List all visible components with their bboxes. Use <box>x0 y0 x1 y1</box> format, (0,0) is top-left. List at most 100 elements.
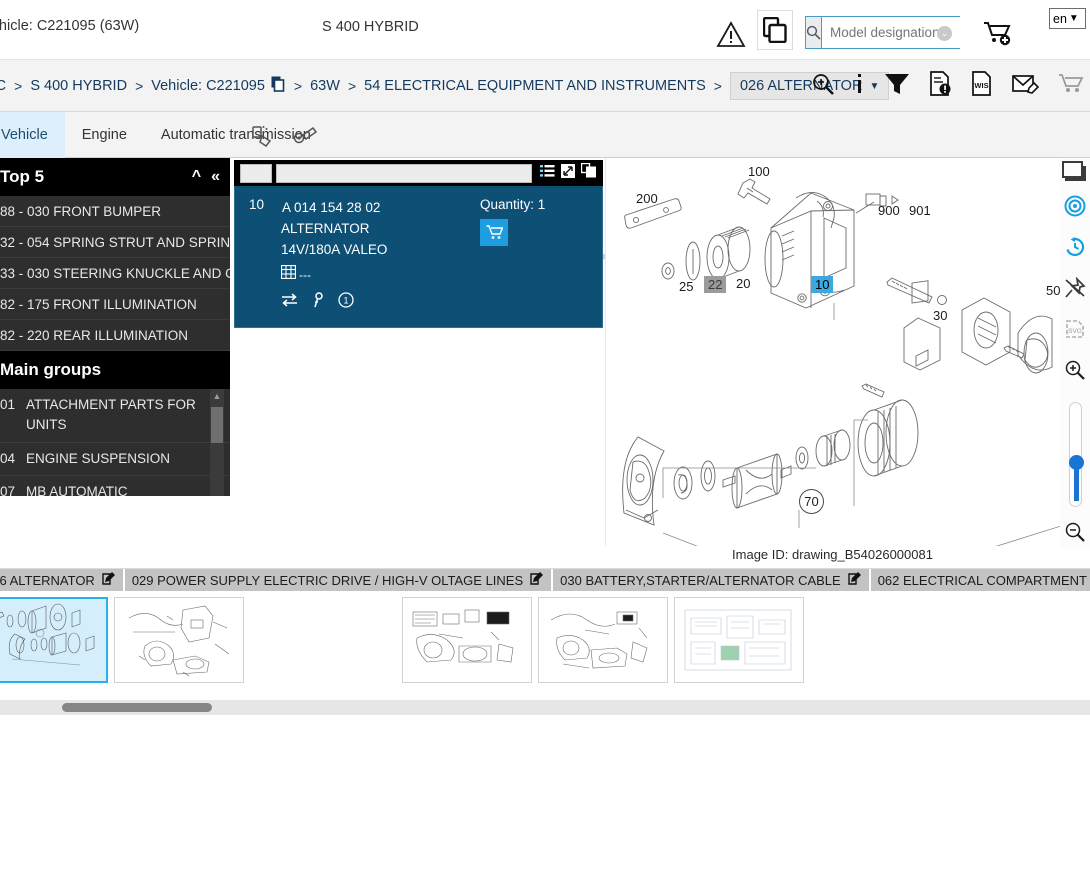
header-cell <box>240 163 272 183</box>
callout-25[interactable]: 25 <box>679 279 693 294</box>
circled-one-icon[interactable]: 1 <box>338 292 354 313</box>
alternator-exploded-drawing <box>622 178 1061 546</box>
strip-tab-2[interactable]: 030 BATTERY,STARTER/ALTERNATOR CABLE <box>553 569 871 591</box>
thumbnail-0[interactable] <box>0 597 108 683</box>
model-name: S 400 HYBRID <box>322 19 419 35</box>
part-card-body[interactable]: 10 A 014 154 28 02 ALTERNATOR 14V/180A V… <box>234 186 603 328</box>
sidebar-scrollbar[interactable]: ▲ ▼ <box>210 389 224 496</box>
model-search[interactable]: ⌄ <box>805 16 1007 49</box>
list-view-icon[interactable] <box>540 164 555 183</box>
cart-icon[interactable] <box>1058 73 1084 100</box>
scrollbar-thumb[interactable] <box>211 407 223 443</box>
close-window-icon[interactable]: ✕ <box>1061 160 1086 182</box>
top5-title: Top 5 <box>0 167 45 186</box>
key-icon[interactable] <box>312 292 324 313</box>
document-alert-icon[interactable] <box>929 71 952 101</box>
add-to-cart-icon[interactable] <box>480 219 508 246</box>
main-groups-list: 01 ATTACHMENT PARTS FOR UNITS 04 ENGINE … <box>0 389 230 496</box>
horizontal-scrollbar[interactable] <box>0 700 1090 715</box>
main-group-item-0[interactable]: 01 ATTACHMENT PARTS FOR UNITS <box>0 389 230 443</box>
thumbnail-3[interactable] <box>538 597 668 683</box>
breadcrumb-bar: PC > S 400 HYBRID > Vehicle: C221095 > 6… <box>0 60 1090 112</box>
breadcrumb-item-2[interactable]: Vehicle: C221095 <box>151 78 265 94</box>
strip-tab-3[interactable]: 062 ELECTRICAL COMPARTMENT IN CO-DRIVER <box>870 569 1090 591</box>
search-input[interactable] <box>822 17 1007 48</box>
callout-70[interactable]: 70 <box>799 489 824 514</box>
svg-export-icon[interactable]: SVG <box>1064 318 1086 345</box>
zoom-slider[interactable] <box>1068 402 1084 507</box>
wis-document-icon[interactable]: WIS <box>971 71 993 101</box>
strip-tab-1[interactable]: 029 POWER SUPPLY ELECTRIC DRIVE / HIGH-V… <box>124 569 554 591</box>
strip-tab-label: 026 ALTERNATOR <box>0 572 95 588</box>
callout-10[interactable]: 10 <box>811 276 834 293</box>
warning-triangle-icon[interactable] <box>716 21 746 53</box>
callout-200[interactable]: 200 <box>636 191 658 206</box>
main-group-item-1[interactable]: 04 ENGINE SUSPENSION <box>0 443 230 476</box>
scroll-up-icon[interactable]: ▲ <box>210 389 224 403</box>
callout-20[interactable]: 20 <box>736 276 750 291</box>
breadcrumb-separator: > <box>713 78 722 94</box>
unpin-icon[interactable] <box>1064 276 1086 304</box>
thumbnail-2[interactable] <box>402 597 532 683</box>
wrench-bolt-icon[interactable] <box>292 124 318 153</box>
edit-icon[interactable] <box>102 572 116 588</box>
filter-icon[interactable] <box>884 72 910 101</box>
language-selector[interactable]: en ▼ <box>1049 8 1086 29</box>
callout-100[interactable]: 100 <box>748 164 770 179</box>
zoom-in-icon[interactable] <box>811 72 835 101</box>
scrollbar-thumb[interactable] <box>62 703 212 712</box>
callout-901[interactable]: 901 <box>909 203 931 218</box>
copy-icon[interactable] <box>757 10 793 50</box>
chevron-up-icon[interactable]: ^ <box>192 168 201 186</box>
table-dashes: --- <box>299 267 311 282</box>
info-icon[interactable] <box>854 72 865 101</box>
callout-22[interactable]: 22 <box>704 276 727 293</box>
strip-tab-list: 026 ALTERNATOR 029 POWER SUPPLY ELECTRIC… <box>0 569 1090 591</box>
table-icon[interactable] <box>280 264 297 284</box>
zoom-out-icon[interactable] <box>1064 521 1086 548</box>
mail-edit-icon[interactable] <box>1012 72 1040 101</box>
image-id-caption: Image ID: drawing_B54026000081 <box>732 547 933 562</box>
svg-text:1: 1 <box>343 296 348 306</box>
breadcrumb-item-4[interactable]: 54 ELECTRICAL EQUIPMENT AND INSTRUMENTS <box>364 78 706 94</box>
thumbnail-4[interactable] <box>674 597 804 683</box>
breadcrumb-item-0[interactable]: PC <box>0 78 6 94</box>
add-to-cart-icon[interactable] <box>983 20 1015 51</box>
edit-icon[interactable] <box>848 572 862 588</box>
search-icon <box>806 17 822 48</box>
main-group-item-2[interactable]: 07 MB AUTOMATIC TRANSMISSION <box>0 476 230 496</box>
callout-900[interactable]: 900 <box>878 203 900 218</box>
tab-icons <box>250 124 318 153</box>
tab-vehicle[interactable]: Vehicle <box>0 112 65 158</box>
edit-icon[interactable] <box>530 572 544 588</box>
main-group-label: MB AUTOMATIC TRANSMISSION <box>26 483 128 496</box>
strip-tab-0[interactable]: 026 ALTERNATOR <box>0 569 125 591</box>
zoom-in-icon[interactable] <box>1064 359 1086 386</box>
zoom-slider-knob[interactable] <box>1068 455 1084 470</box>
top5-item-0[interactable]: 88 - 030 FRONT BUMPER <box>0 196 230 227</box>
callout-50[interactable]: 50 <box>1046 283 1060 298</box>
top5-item-4[interactable]: 82 - 220 REAR ILLUMINATION <box>0 320 230 351</box>
breadcrumb-separator: > <box>14 78 23 94</box>
top5-item-1[interactable]: 32 - 054 SPRING STRUT AND SPRING ... <box>0 227 230 258</box>
part-card-header <box>234 160 603 186</box>
exchange-arrows-icon[interactable] <box>281 293 298 312</box>
top5-item-2[interactable]: 33 - 030 STEERING KNUCKLE AND CO... <box>0 258 230 289</box>
technical-drawing-viewer[interactable]: 200 100 900 901 25 22 20 10 30 50 70 80 <box>605 158 1061 608</box>
target-focus-icon[interactable] <box>1064 195 1086 222</box>
chevron-double-left-icon[interactable]: « <box>211 168 220 186</box>
expand-icon[interactable] <box>561 163 575 183</box>
breadcrumb-item-3[interactable]: 63W <box>310 78 340 94</box>
duplicate-icon[interactable] <box>580 162 597 183</box>
paint-spray-icon[interactable] <box>250 124 276 153</box>
callout-30[interactable]: 30 <box>933 308 947 323</box>
copy-vehicle-icon[interactable] <box>271 76 286 97</box>
thumbnail-1[interactable] <box>114 597 244 683</box>
top5-item-3[interactable]: 82 - 175 FRONT ILLUMINATION <box>0 289 230 320</box>
part-position: 10 <box>249 197 265 212</box>
breadcrumb-item-1[interactable]: S 400 HYBRID <box>30 78 127 94</box>
part-spec: 14V/180A VALEO <box>281 242 388 257</box>
clear-icon[interactable]: ⌄ <box>937 26 952 41</box>
rotate-history-icon[interactable] <box>1064 236 1086 263</box>
tab-engine[interactable]: Engine <box>65 112 144 158</box>
